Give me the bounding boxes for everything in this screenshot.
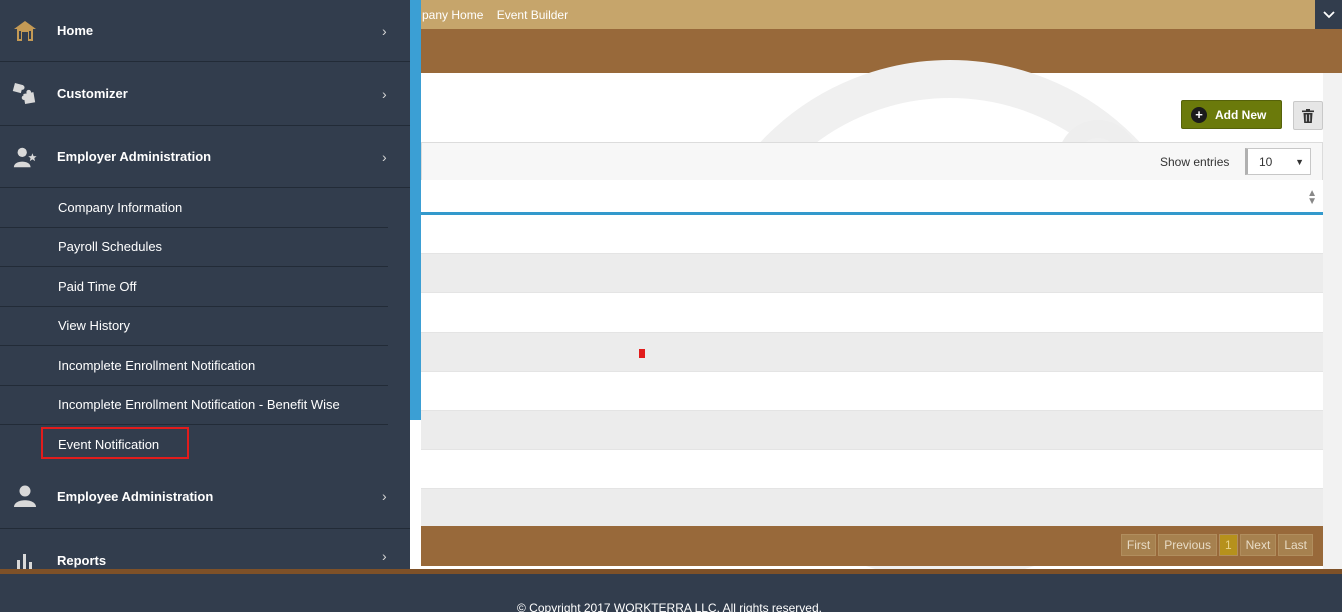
sidebar-item-label: Home	[57, 23, 94, 38]
sidebar-item-customizer[interactable]: Customizer ›	[0, 62, 410, 126]
submenu-item-view-history[interactable]: View History	[0, 307, 388, 346]
sidebar-item-employer-administration[interactable]: Employer Administration ›	[0, 126, 410, 188]
table-row[interactable]	[421, 371, 1323, 411]
pager-first[interactable]: First	[1120, 534, 1157, 556]
breadcrumb: pany Home Event Builder	[422, 8, 578, 22]
pagination: First Previous 1 Next Last	[1120, 534, 1313, 556]
page-footer: © Copyright 2017 WORKTERRA LLC. All righ…	[0, 574, 1342, 612]
table-row[interactable]	[421, 410, 1323, 451]
submenu-item-incomplete-enrollment-benefit-wise[interactable]: Incomplete Enrollment Notification - Ben…	[0, 386, 388, 425]
breadcrumb-item-event-builder[interactable]: Event Builder	[497, 8, 568, 22]
sidebar-item-label: Reports	[57, 552, 107, 568]
collapse-toggle[interactable]	[1315, 0, 1342, 29]
table-header-row: ▲ ▼	[421, 180, 1323, 215]
entries-value: 10	[1259, 154, 1273, 169]
breadcrumb-item-company-home[interactable]: pany Home	[422, 8, 483, 22]
cursor-marker	[639, 349, 645, 358]
highlight-box	[41, 427, 189, 459]
chevron-right-icon: ›	[382, 85, 387, 102]
table-row[interactable]	[421, 332, 1323, 372]
table-row[interactable]	[421, 489, 1323, 529]
delete-button[interactable]	[1293, 101, 1323, 130]
sidebar-item-label: Employee Administration	[57, 488, 214, 504]
sidebar: Home › Customizer › Employer Administrat…	[0, 0, 410, 569]
submenu-item-payroll-schedules[interactable]: Payroll Schedules	[0, 228, 388, 267]
submenu-item-label: View History	[58, 318, 131, 334]
submenu-item-label: Incomplete Enrollment Notification	[58, 357, 256, 373]
table-row[interactable]	[421, 450, 1323, 490]
page-header-bar	[410, 29, 1342, 73]
home-icon	[12, 18, 38, 44]
entries-select[interactable]: 10 ▼	[1245, 148, 1311, 175]
chevron-right-icon: ›	[382, 547, 387, 564]
sidebar-item-label: Employer Administration	[57, 149, 212, 164]
pager-next[interactable]: Next	[1239, 534, 1277, 556]
add-new-button[interactable]: + Add New	[1181, 100, 1282, 129]
user-icon	[12, 483, 38, 509]
scroll-gutter	[1323, 73, 1342, 573]
table-row[interactable]	[421, 254, 1323, 294]
submenu-item-label: Company Information	[58, 199, 183, 215]
submenu-item-incomplete-enrollment-notification[interactable]: Incomplete Enrollment Notification	[0, 346, 388, 386]
chevron-right-icon: ›	[382, 488, 387, 504]
employer-admin-submenu: Company Information Payroll Schedules Pa…	[0, 188, 410, 465]
submenu-item-paid-time-off[interactable]: Paid Time Off	[0, 267, 388, 307]
sidebar-item-home[interactable]: Home ›	[0, 0, 410, 62]
submenu-item-event-notification[interactable]: Event Notification	[0, 425, 388, 465]
submenu-item-label: Paid Time Off	[58, 278, 137, 294]
sidebar-accent-stripe	[410, 0, 421, 420]
plus-circle-icon: +	[1191, 106, 1207, 123]
chevron-right-icon: ›	[382, 22, 387, 39]
puzzle-icon	[12, 81, 38, 107]
table-row[interactable]	[421, 215, 1323, 255]
copyright-text: © Copyright 2017 WORKTERRA LLC. All righ…	[517, 601, 822, 612]
sidebar-item-reports[interactable]: Reports ›	[0, 529, 410, 570]
dropdown-arrow-icon: ▼	[1295, 156, 1304, 167]
submenu-item-label: Incomplete Enrollment Notification - Ben…	[58, 397, 340, 413]
user-star-icon	[12, 144, 38, 170]
submenu-item-company-information[interactable]: Company Information	[0, 188, 388, 228]
sidebar-item-label: Customizer	[57, 86, 128, 101]
sort-icon[interactable]: ▲ ▼	[1307, 189, 1317, 207]
show-entries-label: Show entries	[1160, 155, 1230, 169]
add-new-label: Add New	[1215, 107, 1267, 122]
trash-icon	[1302, 108, 1314, 123]
pager-previous[interactable]: Previous	[1158, 534, 1217, 556]
bar-chart-icon	[12, 547, 38, 570]
table-body	[421, 215, 1323, 529]
submenu-item-label: Payroll Schedules	[58, 239, 163, 255]
chevron-down-icon	[1322, 10, 1335, 18]
chevron-right-icon: ›	[382, 148, 387, 165]
sidebar-item-employee-administration[interactable]: Employee Administration ›	[0, 465, 410, 529]
table-row[interactable]	[421, 293, 1323, 333]
pager-current[interactable]: 1	[1218, 534, 1238, 556]
table-footer: First Previous 1 Next Last	[421, 526, 1323, 566]
pager-last[interactable]: Last	[1278, 534, 1313, 556]
